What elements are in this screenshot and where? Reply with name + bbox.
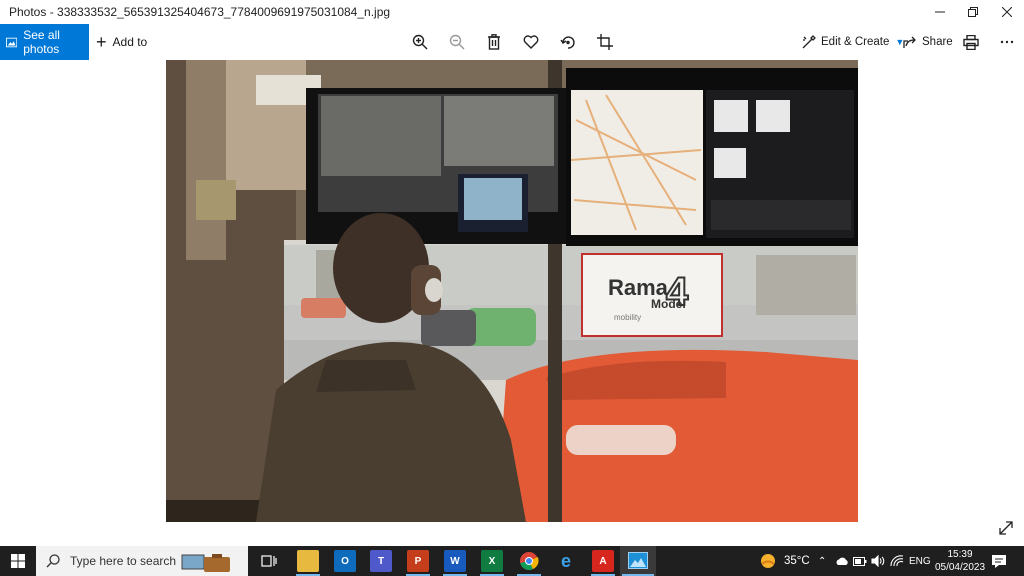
start-button[interactable]: [0, 546, 36, 576]
more-icon: [1000, 40, 1014, 44]
volume-button[interactable]: [871, 546, 885, 576]
zoom-out-icon: [449, 34, 465, 50]
crop-button[interactable]: [595, 32, 615, 52]
internet-explorer-icon: e: [560, 550, 571, 571]
teams-icon: T: [377, 555, 385, 567]
search-highlight-illustration-icon: [181, 554, 230, 572]
weather-widget[interactable]: 35°C: [758, 546, 810, 576]
photo-content-svg: Rama 4 Model mobility: [166, 60, 858, 522]
pdf-icon: A: [599, 555, 607, 567]
powerpoint-icon: P: [414, 555, 422, 567]
favorite-button[interactable]: [521, 32, 541, 52]
photo-toolbar: See all photos + Add to Edit & Create ▼ …: [0, 24, 1024, 60]
windows-logo-icon: [11, 554, 25, 568]
full-screen-button[interactable]: [997, 519, 1015, 537]
close-button[interactable]: [990, 0, 1024, 24]
see-all-photos-label: See all photos: [23, 28, 60, 56]
notifications-button[interactable]: [991, 553, 1007, 569]
weather-temperature: 35°C: [784, 555, 810, 567]
windows-taskbar: Type here to search O T P W X e A 35°C ⌃…: [0, 546, 1024, 576]
hidden-icons-button[interactable]: ⌃: [818, 546, 826, 576]
task-view-button[interactable]: [258, 550, 280, 572]
speaker-icon: [871, 555, 885, 567]
trash-icon: [488, 34, 500, 50]
language-label: ENG: [909, 555, 931, 567]
zoom-out-button[interactable]: [447, 32, 467, 52]
taskbar-search-box[interactable]: Type here to search: [36, 546, 248, 576]
task-view-icon: [261, 555, 277, 567]
edit-create-button[interactable]: Edit & Create ▼: [802, 24, 904, 60]
share-icon: [903, 36, 916, 48]
onedrive-button[interactable]: [835, 546, 849, 576]
chrome-icon: [520, 552, 539, 570]
minimize-button[interactable]: [924, 0, 956, 24]
excel-icon: X: [488, 555, 496, 567]
window-controls: [924, 0, 1024, 24]
maximize-button[interactable]: [956, 0, 990, 24]
network-button[interactable]: [890, 546, 904, 576]
clock-button[interactable]: 15:39 05/04/2023: [931, 548, 989, 574]
see-all-photos-button[interactable]: See all photos: [0, 24, 89, 60]
notification-icon: [992, 555, 1006, 568]
add-to-label: Add to: [112, 35, 148, 49]
minimize-icon: [935, 11, 945, 13]
sign-footer: mobility: [614, 313, 641, 322]
rotate-icon: [560, 36, 575, 49]
teams-button[interactable]: T: [370, 550, 392, 572]
word-icon: W: [450, 555, 460, 567]
restore-icon: [968, 7, 978, 17]
search-icon: [46, 554, 60, 568]
outlook-icon: O: [341, 555, 349, 567]
edit-icon: [802, 35, 816, 49]
edit-create-label: Edit & Create: [821, 36, 890, 48]
wifi-icon: [890, 555, 904, 567]
word-button[interactable]: W: [444, 550, 466, 572]
excel-button[interactable]: X: [481, 550, 503, 572]
zoom-in-icon: [412, 34, 428, 50]
file-explorer-button[interactable]: [297, 550, 319, 572]
sun-icon: [761, 554, 775, 568]
rotate-button[interactable]: [558, 32, 578, 52]
internet-explorer-button[interactable]: e: [555, 550, 577, 572]
photos-app-button[interactable]: [620, 546, 656, 576]
photo-viewer-image[interactable]: Rama 4 Model mobility: [166, 60, 858, 522]
powerpoint-button[interactable]: P: [407, 550, 429, 572]
chevron-up-icon: ⌃: [818, 555, 827, 567]
crop-icon: [597, 34, 613, 50]
plus-icon: +: [96, 32, 107, 52]
heart-icon: [523, 35, 539, 49]
printer-icon: [963, 34, 979, 50]
chrome-button[interactable]: [518, 550, 540, 572]
clock-time: 15:39: [947, 549, 973, 560]
clock-date: 05/04/2023: [934, 562, 986, 573]
add-to-button[interactable]: + Add to: [96, 24, 147, 60]
sign-subtitle: Model: [651, 297, 686, 311]
more-options-button[interactable]: [997, 32, 1017, 52]
battery-status[interactable]: [853, 546, 867, 576]
cloud-icon: [836, 557, 848, 565]
battery-icon: [853, 556, 867, 566]
search-placeholder: Type here to search: [70, 554, 177, 568]
expand-icon: [999, 521, 1013, 535]
window-title: Photos - 338333532_565391325404673_77840…: [9, 5, 391, 19]
acrobat-button[interactable]: A: [592, 550, 614, 572]
share-button[interactable]: Share: [903, 24, 953, 60]
photos-app-icon: [628, 552, 648, 569]
input-language-button[interactable]: ENG: [909, 546, 931, 576]
print-button[interactable]: [961, 32, 981, 52]
delete-button[interactable]: [484, 32, 504, 52]
share-label: Share: [922, 36, 953, 48]
zoom-in-button[interactable]: [410, 32, 430, 52]
outlook-button[interactable]: O: [334, 550, 356, 572]
photos-icon: [6, 37, 18, 47]
title-bar: Photos - 338333532_565391325404673_77840…: [0, 0, 1024, 24]
close-icon: [1002, 7, 1012, 17]
